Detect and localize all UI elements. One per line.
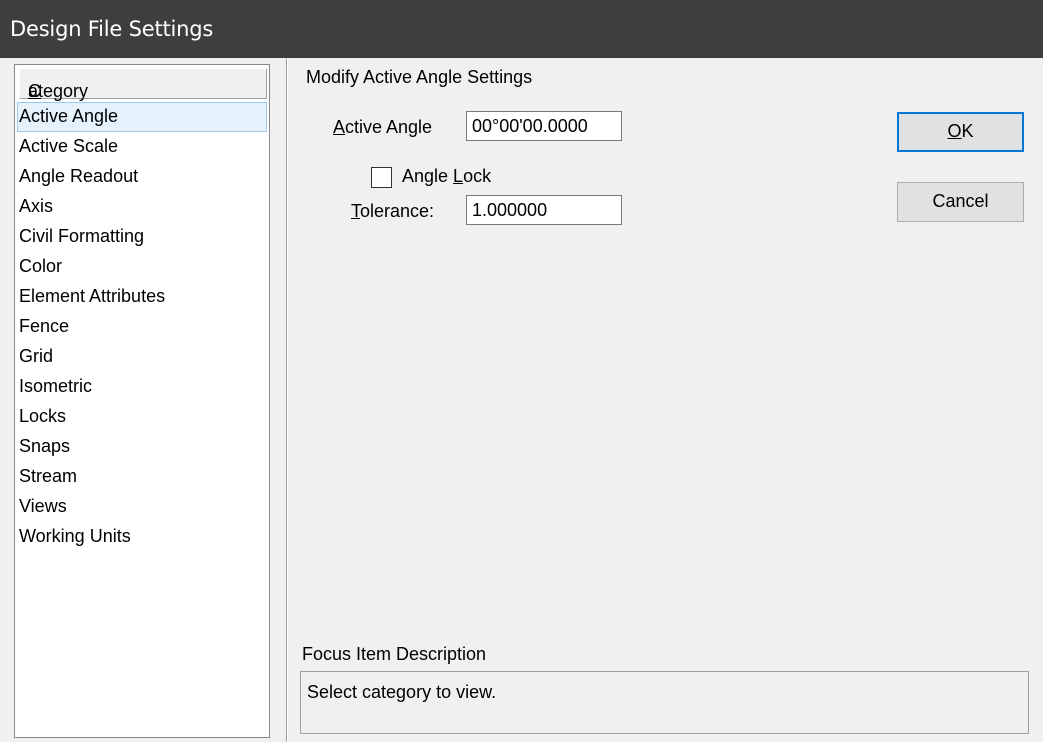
focus-item-description-text: Select category to view. xyxy=(307,682,497,702)
cancel-button[interactable]: Cancel xyxy=(897,182,1024,222)
category-column-header[interactable]: Category xyxy=(19,68,267,101)
category-item-angle-readout[interactable]: Angle Readout xyxy=(17,162,267,192)
window-title: Design File Settings xyxy=(10,17,214,41)
category-item-axis[interactable]: Axis xyxy=(17,192,267,222)
category-item-isometric[interactable]: Isometric xyxy=(17,372,267,402)
category-item-civil-formatting[interactable]: Civil Formatting xyxy=(17,222,267,252)
active-angle-label: Active Angle xyxy=(333,117,433,137)
section-title: Modify Active Angle Settings xyxy=(306,67,533,87)
category-item-stream[interactable]: Stream xyxy=(17,462,267,492)
category-item-active-angle[interactable]: Active Angle xyxy=(17,102,267,132)
category-list[interactable]: Category Active Angle Active Scale Angle R… xyxy=(14,64,270,738)
category-item-element-attributes[interactable]: Element Attributes xyxy=(17,282,267,312)
tolerance-input[interactable] xyxy=(466,195,622,225)
ok-button[interactable]: OK xyxy=(897,112,1024,152)
pane-divider xyxy=(286,58,288,742)
category-item-color[interactable]: Color xyxy=(17,252,267,282)
category-item-grid[interactable]: Grid xyxy=(17,342,267,372)
category-item-locks[interactable]: Locks xyxy=(17,402,267,432)
category-item-working-units[interactable]: Working Units xyxy=(17,522,267,552)
design-file-settings-dialog: Design File Settings Category Active Ang… xyxy=(0,0,1043,742)
angle-lock-label[interactable]: Angle Lock xyxy=(402,166,491,187)
focus-item-description-label: Focus Item Description xyxy=(302,644,487,664)
focus-item-description-box: Select category to view. xyxy=(300,671,1029,734)
active-angle-input[interactable] xyxy=(466,111,622,141)
category-item-active-scale[interactable]: Active Scale xyxy=(17,132,267,162)
category-item-views[interactable]: Views xyxy=(17,492,267,522)
title-bar[interactable]: Design File Settings xyxy=(0,0,1043,58)
tolerance-label: Tolerance: xyxy=(351,201,435,221)
angle-lock-checkbox[interactable] xyxy=(371,167,392,188)
category-item-snaps[interactable]: Snaps xyxy=(17,432,267,462)
category-item-fence[interactable]: Fence xyxy=(17,312,267,342)
category-items: Active Angle Active Scale Angle Readout Axi… xyxy=(17,102,267,552)
